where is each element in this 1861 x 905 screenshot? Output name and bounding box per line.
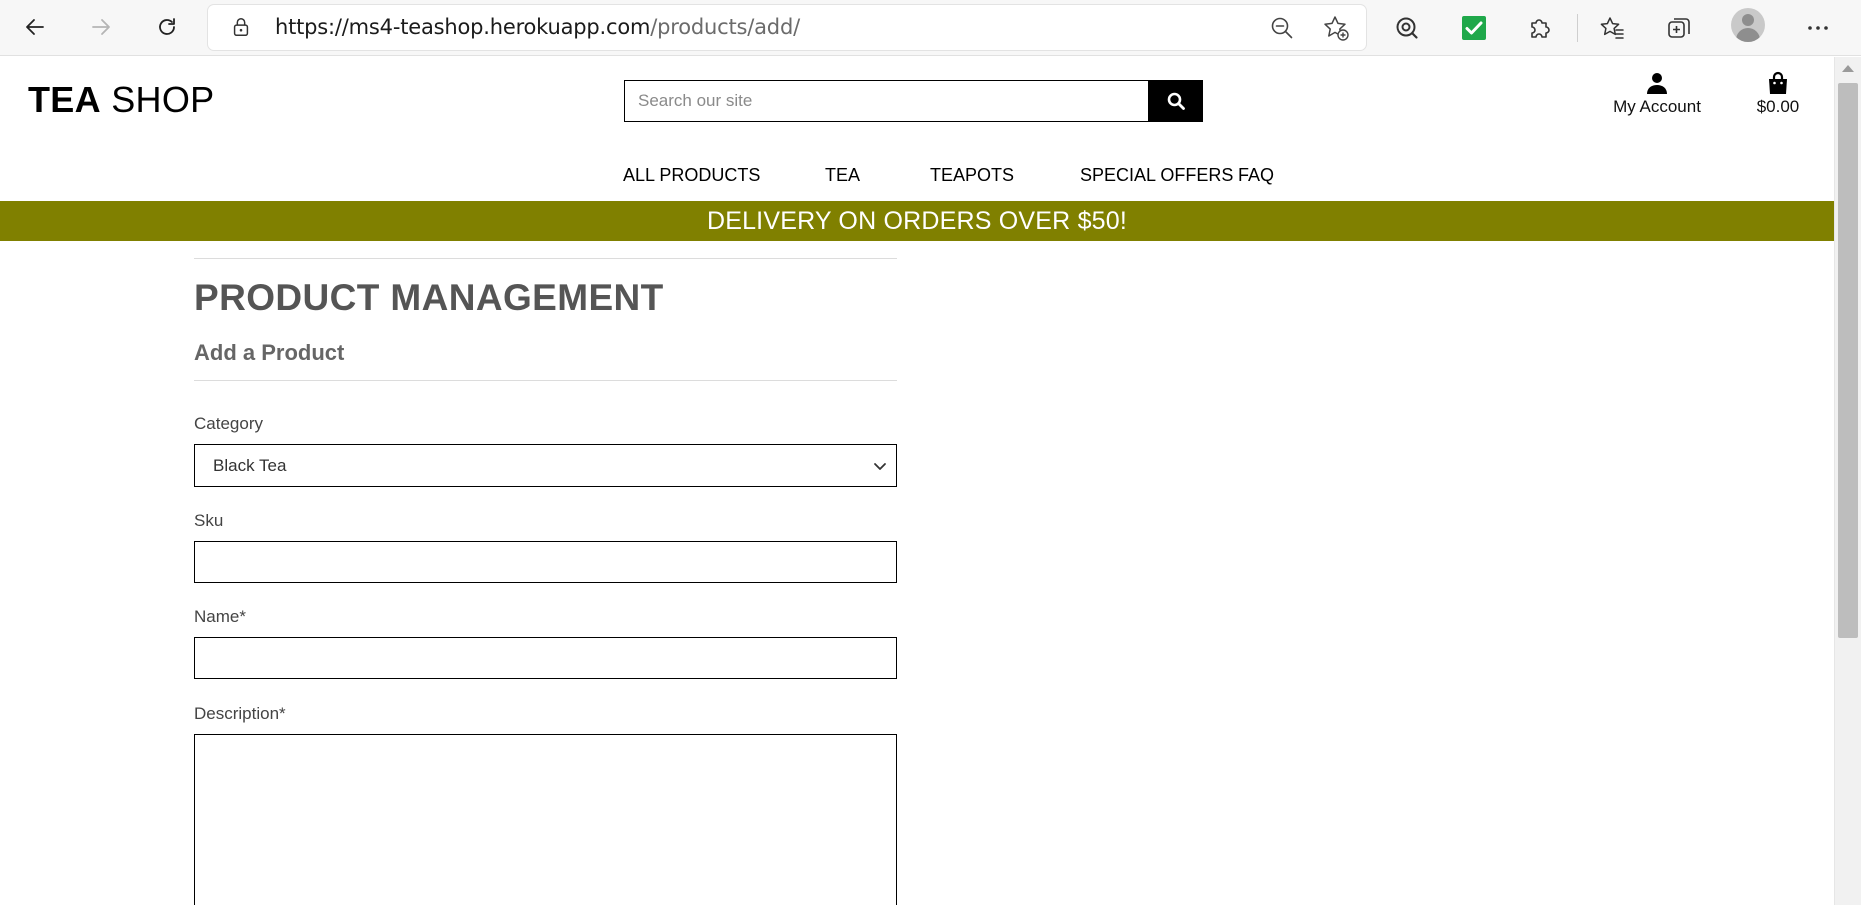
- forward-button[interactable]: [81, 8, 121, 46]
- avatar-head: [1742, 14, 1754, 26]
- back-button[interactable]: [15, 8, 55, 46]
- name-field: Name*: [194, 607, 897, 679]
- chevron-down-icon: [874, 463, 886, 470]
- description-field: Description*: [194, 704, 897, 905]
- shield-search-icon: [1396, 17, 1418, 39]
- divider: [194, 379, 897, 381]
- user-icon: [1647, 73, 1667, 94]
- nav-faq[interactable]: FAQ: [1238, 157, 1274, 193]
- refresh-button[interactable]: [147, 8, 187, 46]
- name-input[interactable]: [194, 637, 897, 679]
- page-viewport: TEA SHOP My Account $0.00 ALL PRODUCTS T…: [0, 57, 1834, 905]
- avatar-body: [1736, 28, 1760, 42]
- more-icon: [1808, 26, 1828, 30]
- search-button[interactable]: [1148, 80, 1203, 122]
- toolbar-divider: [1577, 14, 1578, 42]
- favorites-button[interactable]: [1594, 10, 1630, 46]
- delivery-banner: DELIVERY ON ORDERS OVER $50!: [0, 201, 1834, 241]
- site-logo[interactable]: TEA SHOP: [28, 79, 214, 121]
- shopping-bag-link[interactable]: $0.00: [1743, 71, 1813, 117]
- scrollbar-thumb[interactable]: [1838, 83, 1858, 638]
- category-label: Category: [194, 414, 263, 433]
- bag-total: $0.00: [1756, 97, 1800, 116]
- refresh-icon: [159, 18, 175, 35]
- scroll-up-arrow[interactable]: [1842, 65, 1854, 72]
- sku-field: Sku: [194, 511, 897, 583]
- nav-all-products[interactable]: ALL PRODUCTS: [623, 157, 760, 193]
- check-extension-button[interactable]: [1456, 10, 1492, 46]
- puzzle-icon: [1531, 19, 1550, 38]
- site-search: [624, 80, 1203, 122]
- name-label: Name*: [194, 607, 246, 626]
- address-url: https://ms4-teashop.herokuapp.com/produc…: [275, 5, 800, 50]
- my-account-link[interactable]: My Account: [1604, 71, 1710, 117]
- collections-icon: [1668, 18, 1690, 38]
- sku-label: Sku: [194, 511, 224, 530]
- lock-icon: [233, 18, 249, 36]
- description-label: Description*: [194, 704, 286, 723]
- category-field: Category Black Tea: [194, 414, 897, 487]
- nav-teapots[interactable]: TEAPOTS: [930, 157, 1014, 193]
- search-icon: [1167, 92, 1185, 110]
- extensions-button[interactable]: [1522, 10, 1558, 46]
- category-select[interactable]: Black Tea: [194, 444, 897, 487]
- search-input[interactable]: [624, 80, 1148, 122]
- tracker-button[interactable]: [1389, 10, 1425, 46]
- nav-tea[interactable]: TEA: [825, 157, 860, 193]
- page-scrollbar[interactable]: [1834, 57, 1861, 905]
- address-bar[interactable]: https://ms4-teashop.herokuapp.com/produc…: [208, 5, 1366, 50]
- page-title: PRODUCT MANAGEMENT: [194, 277, 664, 318]
- url-host: https://ms4-teashop.herokuapp.com: [275, 15, 651, 39]
- category-value: Black Tea: [213, 456, 287, 475]
- star-plus-icon[interactable]: [1322, 14, 1350, 42]
- sku-input[interactable]: [194, 541, 897, 583]
- page-subtitle: Add a Product: [194, 339, 345, 365]
- arrow-right-icon: [92, 19, 110, 35]
- zoom-out-icon[interactable]: [1268, 14, 1296, 42]
- avatar-icon[interactable]: [1731, 8, 1765, 42]
- url-path: /products/add/: [650, 15, 800, 39]
- main-navigation: ALL PRODUCTS TEA TEAPOTS SPECIAL OFFERS …: [0, 157, 1834, 193]
- logo-bold: TEA: [28, 79, 101, 120]
- more-button[interactable]: [1800, 10, 1836, 46]
- browser-toolbar: https://ms4-teashop.herokuapp.com/produc…: [0, 0, 1861, 56]
- description-textarea[interactable]: [194, 734, 897, 905]
- check-icon: [1462, 16, 1486, 40]
- nav-special-offers[interactable]: SPECIAL OFFERS: [1080, 157, 1233, 193]
- product-management-header: PRODUCT MANAGEMENT Add a Product: [194, 258, 897, 381]
- logo-light: SHOP: [111, 79, 215, 120]
- arrow-left-icon: [26, 19, 44, 35]
- divider: [194, 258, 897, 259]
- shopping-bag-icon: [1769, 71, 1787, 94]
- favorites-icon: [1600, 17, 1624, 39]
- collections-button[interactable]: [1661, 10, 1697, 46]
- account-label: My Account: [1613, 97, 1701, 116]
